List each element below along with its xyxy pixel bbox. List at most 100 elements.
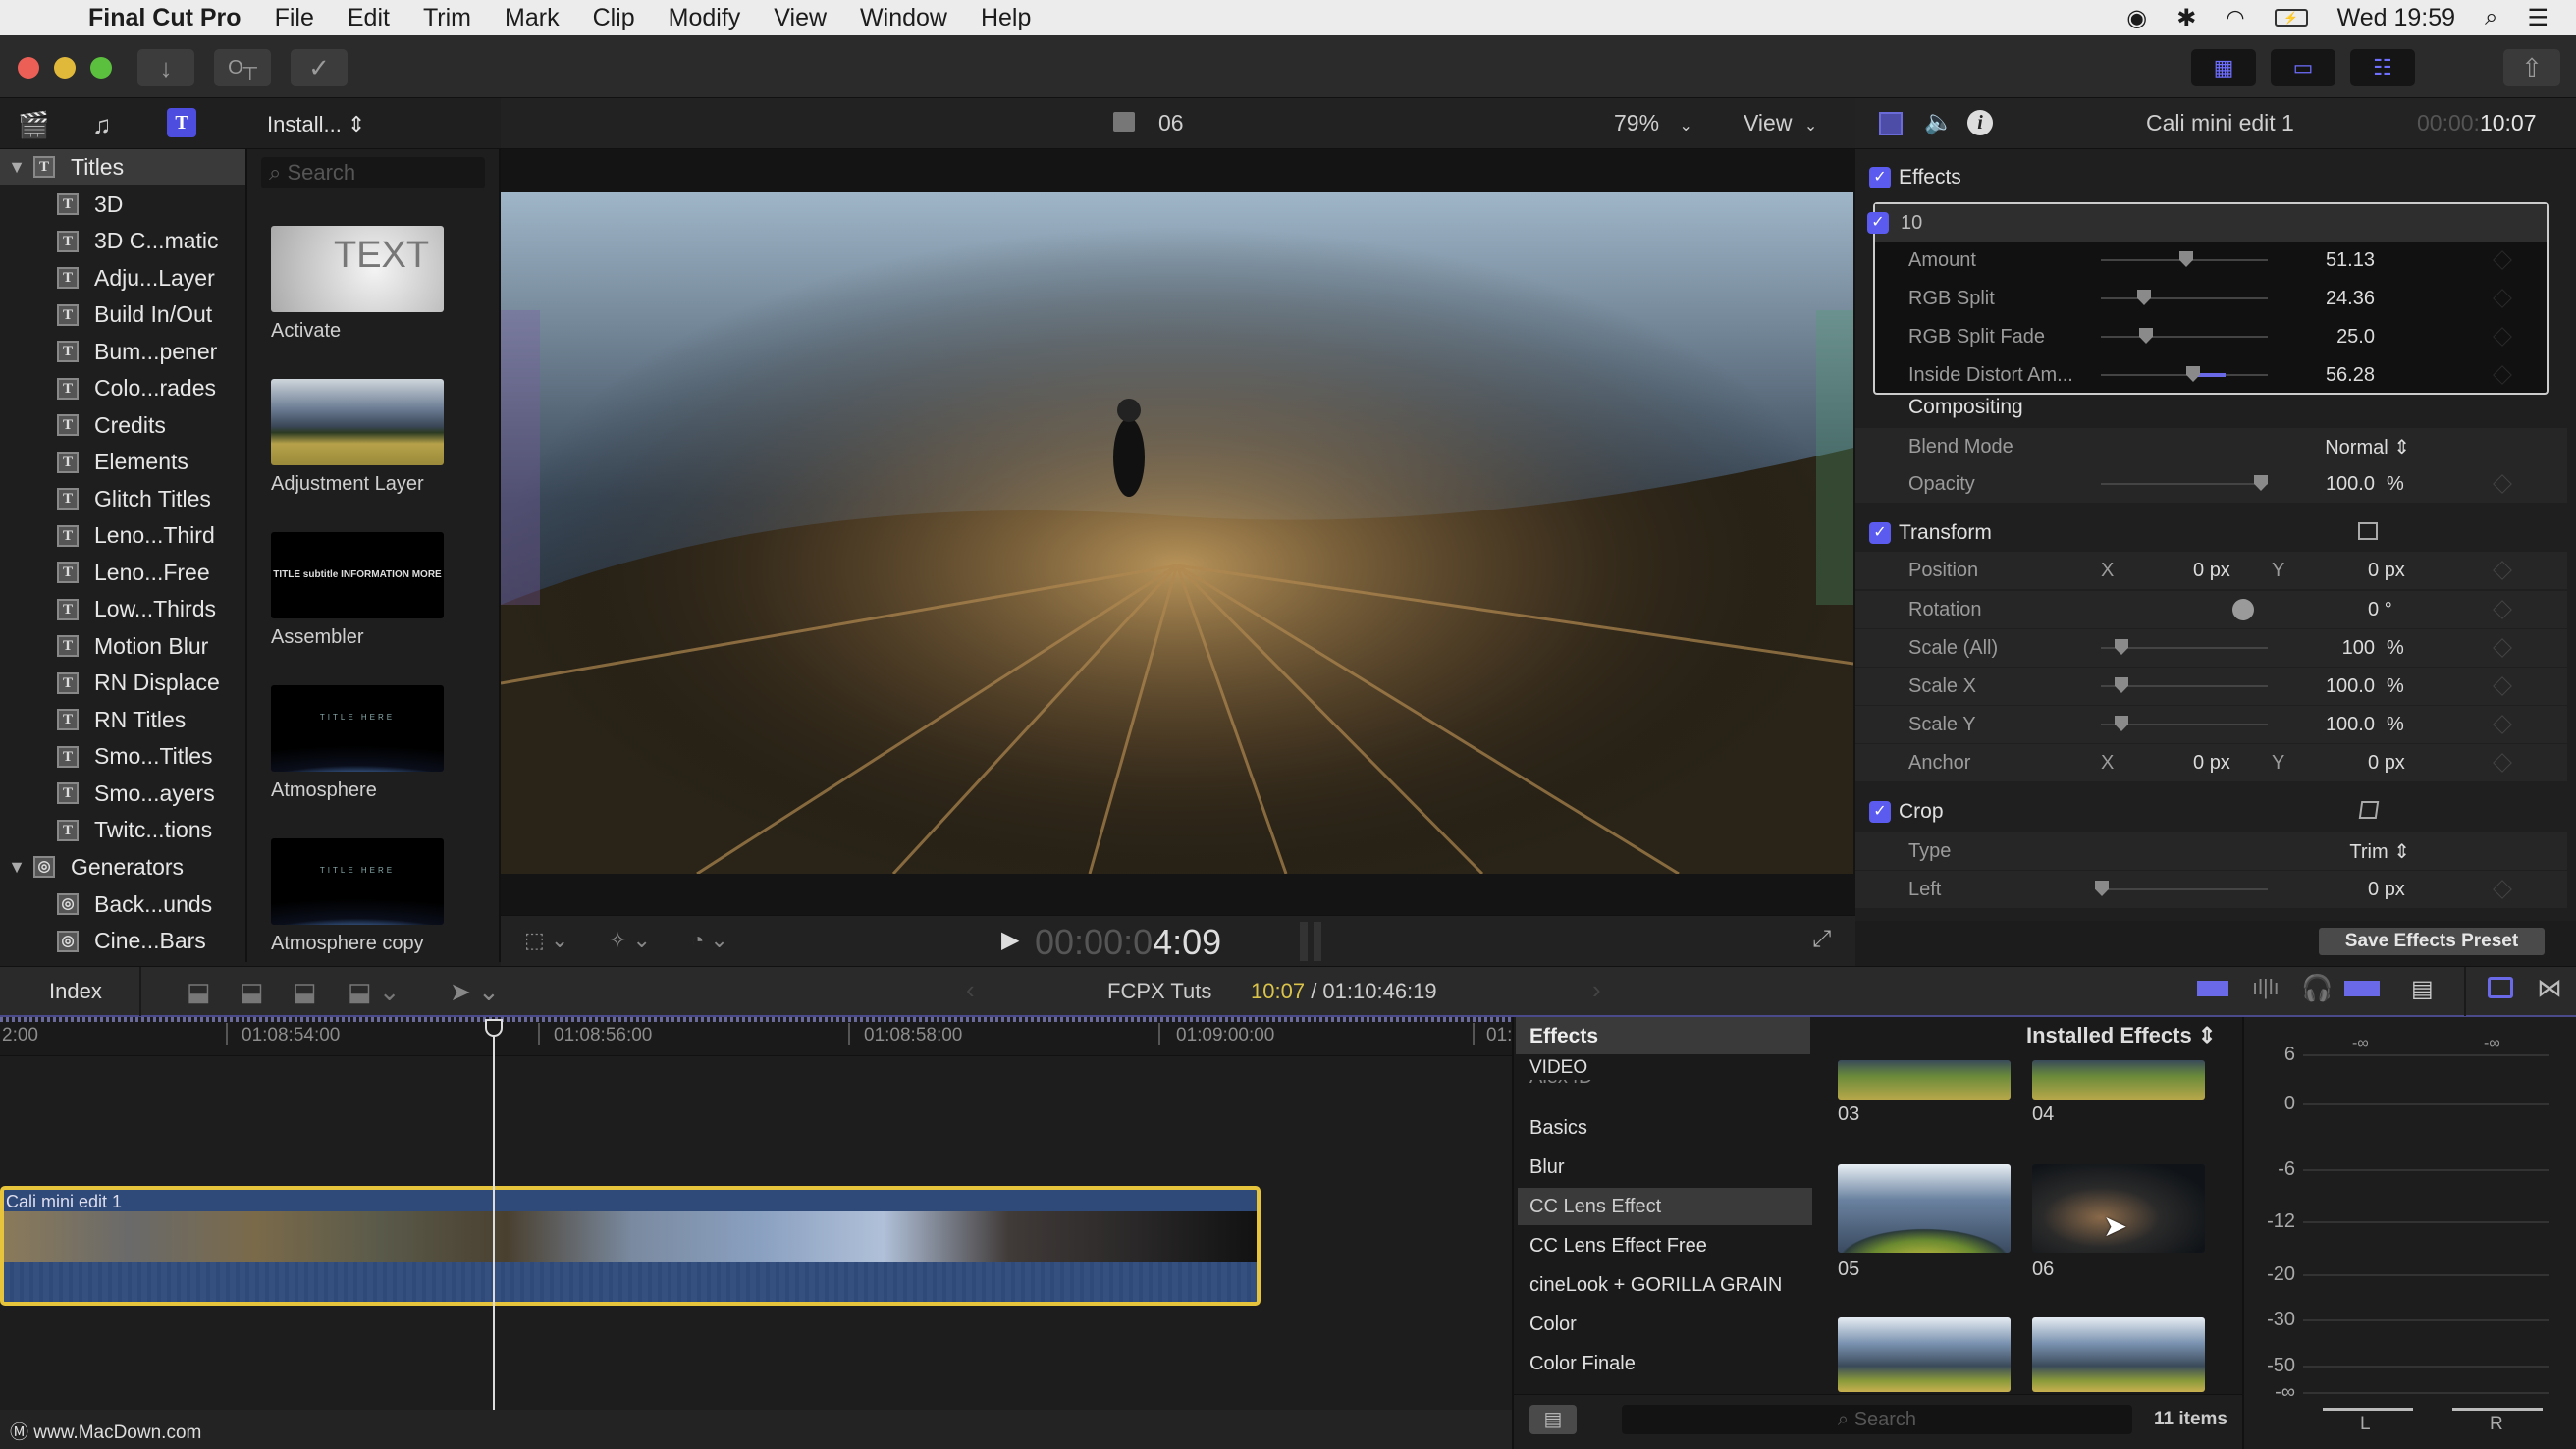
- browser-item-label[interactable]: Adjustment Layer: [271, 473, 424, 496]
- sidebar-item[interactable]: T Build In/Out: [0, 297, 245, 333]
- effect-thumb-05[interactable]: [1838, 1164, 2011, 1253]
- effect-thumb-07[interactable]: [1838, 1317, 2011, 1392]
- screen-record-icon[interactable]: ◉: [2126, 4, 2147, 32]
- rotation-field[interactable]: 0 °: [2368, 599, 2392, 621]
- retime-dropdown[interactable]: ◔ ⌄: [691, 928, 728, 953]
- timeline-back-button[interactable]: ‹: [966, 975, 975, 1005]
- info-inspector-tab[interactable]: i: [1967, 110, 1993, 135]
- apple-menu-icon[interactable]: [29, 3, 59, 32]
- effect-label[interactable]: 06: [2032, 1259, 2054, 1281]
- effects-category-item[interactable]: CC Lens Effect Free: [1518, 1227, 1812, 1264]
- transform-enable-checkbox[interactable]: ✓: [1869, 522, 1891, 544]
- effect-thumb-08[interactable]: [2032, 1317, 2205, 1392]
- keyframe-icon[interactable]: [2493, 250, 2512, 270]
- snapping-toggle[interactable]: [2344, 981, 2380, 996]
- enhancements-dropdown[interactable]: ✧ ⌄: [609, 928, 651, 953]
- effects-enable-checkbox[interactable]: ✓: [1869, 167, 1891, 188]
- browser-item-label[interactable]: Activate: [271, 320, 341, 343]
- slider-knob[interactable]: [2115, 639, 2128, 655]
- minimize-window-button[interactable]: [54, 57, 76, 79]
- opacity-slider[interactable]: [2101, 475, 2268, 491]
- sidebar-item[interactable]: T Smo...ayers: [0, 776, 245, 811]
- effects-category-item[interactable]: Basics: [1518, 1109, 1812, 1147]
- disclosure-triangle-icon[interactable]: ▼: [0, 157, 33, 178]
- sidebar-toggle-button[interactable]: ▤: [1530, 1405, 1577, 1434]
- append-clip-button[interactable]: ⬓: [293, 977, 317, 1007]
- effect-thumb-04[interactable]: [2032, 1060, 2205, 1100]
- background-tasks-button[interactable]: ✓: [291, 49, 348, 86]
- blend-mode-select[interactable]: Normal ⇕: [2325, 435, 2410, 459]
- keyframe-icon[interactable]: [2493, 715, 2512, 734]
- playhead-handle[interactable]: [485, 1019, 503, 1037]
- transform-onscreen-icon[interactable]: [2358, 522, 2378, 540]
- scale-x-slider[interactable]: [2101, 677, 2268, 693]
- sidebar-item[interactable]: T Smo...Titles: [0, 739, 245, 775]
- param-slider[interactable]: [2101, 290, 2268, 305]
- photos-audio-icon[interactable]: ♫: [92, 110, 112, 140]
- scale-y-value[interactable]: 100.0: [2326, 714, 2375, 736]
- position-y-field[interactable]: 0 px: [2368, 560, 2405, 582]
- browser-item-label[interactable]: Atmosphere: [271, 779, 377, 802]
- browser-search-input[interactable]: ⌕ Search: [261, 157, 485, 188]
- effects-category-item[interactable]: CC Lens Effect: [1518, 1188, 1812, 1225]
- thumb-activate[interactable]: TEXT: [271, 226, 444, 312]
- menu-file[interactable]: File: [275, 4, 314, 32]
- installed-effects-dropdown[interactable]: Installed Effects ⇕: [2026, 1023, 2216, 1048]
- param-value[interactable]: 51.13: [2326, 249, 2375, 272]
- crop-left-slider[interactable]: [2095, 881, 2268, 896]
- effects-category-item[interactable]: cineLook + GORILLA GRAIN: [1518, 1266, 1812, 1304]
- audio-skimming-toggle[interactable]: ıl|lı: [2252, 975, 2280, 1000]
- transitions-browser-toggle[interactable]: ⋈: [2537, 973, 2562, 1003]
- zoom-window-button[interactable]: [90, 57, 112, 79]
- sidebar-item[interactable]: T Elements: [0, 445, 245, 480]
- position-x-field[interactable]: 0 px: [2193, 560, 2230, 582]
- insert-clip-button[interactable]: ⬓: [240, 977, 264, 1007]
- param-value[interactable]: 25.0: [2336, 326, 2375, 349]
- slider-knob[interactable]: [2179, 251, 2193, 267]
- sidebar-item[interactable]: T Credits: [0, 407, 245, 443]
- effects-category-item[interactable]: Color: [1518, 1306, 1812, 1343]
- scale-x-value[interactable]: 100.0: [2326, 675, 2375, 698]
- slider-knob[interactable]: [2095, 881, 2109, 896]
- scale-all-value[interactable]: 100: [2342, 637, 2375, 660]
- sidebar-item[interactable]: T Colo...rades: [0, 371, 245, 406]
- menu-mark[interactable]: Mark: [505, 4, 560, 32]
- fullscreen-icon[interactable]: ⤢: [1812, 926, 1831, 953]
- anchor-x-field[interactable]: 0 px: [2193, 752, 2230, 775]
- menu-clip[interactable]: Clip: [593, 4, 635, 32]
- viewer-timecode[interactable]: 00:00:04:09: [1035, 922, 1221, 963]
- sidebar-item[interactable]: T Bum...pener: [0, 334, 245, 369]
- close-window-button[interactable]: [18, 57, 39, 79]
- clock[interactable]: Wed 19:59: [2337, 4, 2455, 32]
- crop-type-select[interactable]: Trim ⇕: [2349, 839, 2410, 864]
- effects-browser-toggle[interactable]: [2488, 977, 2513, 998]
- effects-search-input[interactable]: ⌕ Search: [1622, 1405, 2132, 1434]
- video-inspector-tab[interactable]: [1879, 112, 1903, 135]
- sidebar-item[interactable]: T RN Titles: [0, 702, 245, 737]
- slider-knob[interactable]: [2139, 328, 2153, 344]
- opacity-value[interactable]: 100.0: [2326, 473, 2375, 496]
- rotation-dial[interactable]: [2232, 599, 2254, 620]
- select-tool-dropdown[interactable]: ➤ ⌄: [450, 977, 500, 1007]
- keyframe-icon[interactable]: [2493, 880, 2512, 899]
- scale-y-slider[interactable]: [2101, 716, 2268, 731]
- notification-center-icon[interactable]: ☰: [2527, 4, 2549, 32]
- sidebar-item[interactable]: T 3D: [0, 187, 245, 222]
- keyframe-icon[interactable]: [2493, 474, 2512, 494]
- slider-knob[interactable]: [2115, 677, 2128, 693]
- playhead[interactable]: [493, 1023, 495, 1449]
- disclosure-triangle-icon[interactable]: ▼: [0, 857, 33, 878]
- slider-knob[interactable]: [2137, 290, 2151, 305]
- audio-inspector-tab[interactable]: 🔈: [1924, 108, 1954, 136]
- param-slider[interactable]: [2101, 366, 2268, 382]
- timeline-forward-button[interactable]: ›: [1592, 975, 1601, 1005]
- keyframe-icon[interactable]: [2493, 365, 2512, 385]
- menu-app-name[interactable]: Final Cut Pro: [88, 4, 242, 32]
- keywords-button[interactable]: O┬: [214, 49, 271, 86]
- connect-clip-button[interactable]: ⬓: [187, 977, 211, 1007]
- menu-view[interactable]: View: [774, 4, 827, 32]
- libraries-icon[interactable]: 🎬: [18, 110, 49, 140]
- timeline-ruler[interactable]: 2:00 01:08:54:00 01:08:56:00 01:08:58:00…: [0, 1017, 1512, 1056]
- timeline-index-button[interactable]: Index: [49, 979, 102, 1004]
- scale-all-slider[interactable]: [2101, 639, 2268, 655]
